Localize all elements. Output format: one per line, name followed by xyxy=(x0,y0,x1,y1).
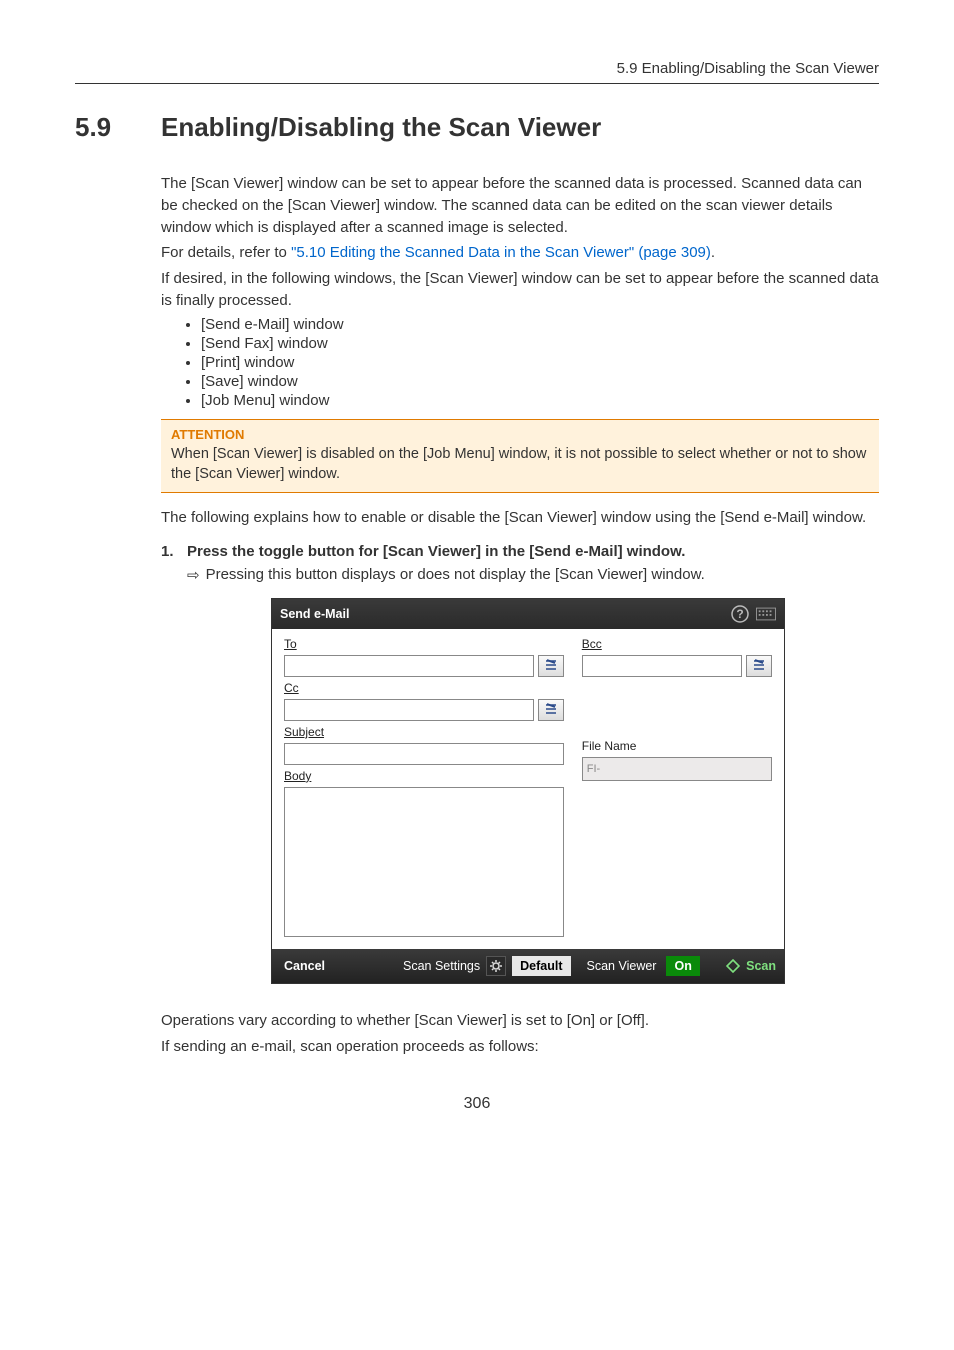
svg-text:?: ? xyxy=(736,607,743,621)
scan-button[interactable]: Scan xyxy=(726,959,776,973)
address-book-icon[interactable] xyxy=(538,699,564,721)
page-number: 306 xyxy=(75,1095,879,1113)
section-number: 5.9 xyxy=(75,112,161,143)
body-label: Body xyxy=(284,769,564,783)
list-item: [Send e-Mail] window xyxy=(201,316,879,333)
filename-field[interactable]: FI- xyxy=(582,757,772,781)
result-arrow-icon: ⇨ xyxy=(187,566,200,584)
window-title: Send e-Mail xyxy=(280,607,349,621)
step-result-text: Pressing this button displays or does no… xyxy=(206,566,705,584)
running-header: 5.9 Enabling/Disabling the Scan Viewer xyxy=(75,60,879,84)
cancel-button[interactable]: Cancel xyxy=(284,959,325,973)
intro-para-1: The [Scan Viewer] window can be set to a… xyxy=(161,173,879,238)
intro-para-3: If desired, in the following windows, th… xyxy=(161,268,879,312)
keyboard-icon[interactable] xyxy=(756,604,776,624)
step-number: 1. xyxy=(161,543,187,560)
address-book-icon[interactable] xyxy=(538,655,564,677)
to-label: To xyxy=(284,637,564,651)
default-button[interactable]: Default xyxy=(512,956,570,976)
scan-icon xyxy=(726,959,740,973)
subject-field[interactable] xyxy=(284,743,564,765)
tail-para-2: If sending an e-mail, scan operation pro… xyxy=(161,1036,879,1058)
window-titlebar: Send e-Mail ? xyxy=(272,599,784,629)
list-item: [Save] window xyxy=(201,373,879,390)
help-icon[interactable]: ? xyxy=(730,604,750,624)
scan-viewer-toggle[interactable]: On xyxy=(666,956,699,976)
filename-label: File Name xyxy=(582,739,772,753)
intro-para-2: For details, refer to "5.10 Editing the … xyxy=(161,242,879,264)
attention-body: When [Scan Viewer] is disabled on the [J… xyxy=(171,445,869,484)
attention-box: ATTENTION When [Scan Viewer] is disabled… xyxy=(161,419,879,494)
body-field[interactable] xyxy=(284,787,564,937)
step-text: Press the toggle button for [Scan Viewer… xyxy=(187,543,685,560)
list-item: [Job Menu] window xyxy=(201,392,879,409)
address-book-icon[interactable] xyxy=(746,655,772,677)
to-field[interactable] xyxy=(284,655,534,677)
window-list: [Send e-Mail] window [Send Fax] window [… xyxy=(201,316,879,409)
list-item: [Send Fax] window xyxy=(201,335,879,352)
cc-label: Cc xyxy=(284,681,564,695)
cc-field[interactable] xyxy=(284,699,534,721)
step-1: 1. Press the toggle button for [Scan Vie… xyxy=(161,543,879,560)
attention-title: ATTENTION xyxy=(171,426,869,444)
gear-icon[interactable] xyxy=(486,956,506,976)
lead-para: The following explains how to enable or … xyxy=(161,507,879,529)
section-title: Enabling/Disabling the Scan Viewer xyxy=(161,112,601,143)
section-heading: 5.9 Enabling/Disabling the Scan Viewer xyxy=(75,112,879,143)
window-footer: Cancel Scan Settings Default Scan Viewer… xyxy=(272,949,784,983)
send-email-window: Send e-Mail ? To xyxy=(271,598,785,984)
scan-viewer-label: Scan Viewer xyxy=(587,959,657,973)
step-result: ⇨ Pressing this button displays or does … xyxy=(187,566,879,584)
bcc-field[interactable] xyxy=(582,655,742,677)
subject-label: Subject xyxy=(284,725,564,739)
xref-link[interactable]: "5.10 Editing the Scanned Data in the Sc… xyxy=(291,244,711,261)
bcc-label: Bcc xyxy=(582,637,772,651)
scan-settings-button[interactable]: Scan Settings xyxy=(403,959,480,973)
tail-para-1: Operations vary according to whether [Sc… xyxy=(161,1010,879,1032)
list-item: [Print] window xyxy=(201,354,879,371)
